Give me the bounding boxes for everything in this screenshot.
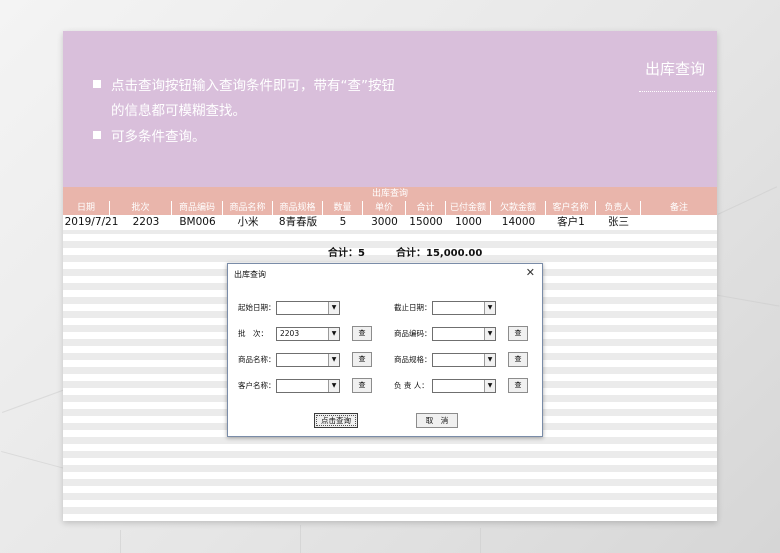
- table-row: 2019/7/21 2203 BM006 小米 8青春版 5 3000 1500…: [63, 215, 717, 230]
- info-banner: 点击查询按钮输入查询条件即可，带有“查”按钮 的信息都可模糊查找。 可多条件查询…: [63, 31, 717, 187]
- backdrop-line: [1, 388, 69, 413]
- batch-label: 批 次：: [238, 329, 268, 338]
- close-icon[interactable]: ✕: [526, 266, 535, 279]
- start-date-label: 起始日期：: [238, 303, 276, 312]
- table-header: 日期 批次 商品编码 商品名称 商品规格 数量 单价 合计 已付金额 欠款金额 …: [63, 201, 717, 215]
- product-code-select[interactable]: ▼: [432, 327, 496, 341]
- header-cell: 数量: [323, 201, 363, 215]
- customer-label: 客户名称：: [238, 381, 276, 390]
- header-cell: 日期: [63, 201, 110, 215]
- cell-date: 2019/7/21: [64, 216, 119, 228]
- owner-label: 负 责 人：: [394, 381, 429, 390]
- chevron-down-icon[interactable]: ▼: [484, 302, 495, 314]
- customer-search-button[interactable]: 查: [352, 378, 372, 393]
- cell-unit-price: 3000: [371, 216, 398, 228]
- header-cell: 备注: [669, 203, 688, 213]
- header-cell: 负责人: [596, 201, 641, 215]
- product-name-search-button[interactable]: 查: [352, 352, 372, 367]
- submit-query-button[interactable]: 点击查询: [314, 413, 358, 428]
- cell-customer: 客户1: [557, 216, 585, 228]
- chevron-down-icon[interactable]: ▼: [484, 380, 495, 392]
- product-code-search-button[interactable]: 查: [508, 326, 528, 341]
- backdrop-line: [717, 186, 778, 215]
- start-date-select[interactable]: ▼: [276, 301, 340, 315]
- product-spec-label: 商品规格：: [394, 355, 432, 364]
- cell-owed: 14000: [501, 216, 536, 228]
- header-cell: 批次: [110, 201, 172, 215]
- cell-product-code: BM006: [179, 216, 216, 228]
- header-cell: 商品编码: [172, 201, 223, 215]
- product-name-label: 商品名称：: [238, 355, 276, 364]
- batch-search-button[interactable]: 查: [352, 326, 372, 341]
- chevron-down-icon[interactable]: ▼: [484, 354, 495, 366]
- backdrop-line: [120, 530, 121, 553]
- chevron-down-icon[interactable]: ▼: [328, 302, 339, 314]
- product-spec-search-button[interactable]: 查: [508, 352, 528, 367]
- total-quantity: 合计：5: [328, 248, 365, 259]
- backdrop-line: [715, 294, 780, 307]
- table-title: 出库查询: [63, 187, 717, 201]
- owner-search-button[interactable]: 查: [508, 378, 528, 393]
- chevron-down-icon[interactable]: ▼: [328, 354, 339, 366]
- backdrop-line: [300, 525, 301, 553]
- tip-bullet-1: 点击查询按钮输入查询条件即可，带有“查”按钮: [93, 74, 395, 94]
- banner-title-underline: [639, 91, 715, 92]
- bullet-square-icon: [93, 80, 101, 88]
- banner-title: 出库查询: [644, 60, 705, 78]
- tip-text: 可多条件查询。: [111, 129, 206, 145]
- cell-batch: 2203: [132, 216, 160, 228]
- header-cell: 已付金额: [446, 201, 491, 215]
- total-amount: 合计：15,000.00: [396, 248, 483, 259]
- cell-note: [641, 215, 717, 230]
- owner-select[interactable]: ▼: [432, 379, 496, 393]
- batch-value: 2203: [280, 329, 300, 338]
- product-name-select[interactable]: ▼: [276, 353, 340, 367]
- cell-quantity: 5: [339, 216, 347, 228]
- product-code-label: 商品编码：: [394, 329, 432, 338]
- bullet-square-icon: [93, 131, 101, 139]
- header-cell: 商品规格: [273, 201, 323, 215]
- tip-text-continued: 的信息都可模糊查找。: [111, 103, 246, 119]
- header-cell: 客户名称: [546, 201, 596, 215]
- backdrop-line: [1, 450, 69, 471]
- header-cell: 单价: [363, 201, 406, 215]
- chevron-down-icon[interactable]: ▼: [484, 328, 495, 340]
- header-cell: 合计: [406, 201, 446, 215]
- header-cell: 商品名称: [223, 201, 273, 215]
- end-date-select[interactable]: ▼: [432, 301, 496, 315]
- product-spec-select[interactable]: ▼: [432, 353, 496, 367]
- customer-select[interactable]: ▼: [276, 379, 340, 393]
- cell-product-name: 小米: [237, 216, 259, 228]
- query-dialog: 出库查询 ✕ 起始日期： ▼ 截止日期： ▼ 批 次： 2203 ▼ 查 商品编…: [227, 263, 543, 437]
- batch-select[interactable]: 2203 ▼: [276, 327, 340, 341]
- chevron-down-icon[interactable]: ▼: [328, 328, 339, 340]
- end-date-label: 截止日期：: [394, 303, 432, 312]
- tip-bullet-2: 可多条件查询。: [93, 125, 206, 145]
- cell-product-spec: 8青春版: [278, 216, 318, 228]
- cell-paid: 1000: [455, 216, 482, 228]
- cancel-button[interactable]: 取 消: [416, 413, 458, 428]
- header-cell: 欠款金额: [491, 201, 546, 215]
- cell-owner: 张三: [608, 216, 629, 228]
- tip-text: 点击查询按钮输入查询条件即可，带有“查”按钮: [111, 78, 395, 94]
- dialog-title: 出库查询: [234, 270, 266, 279]
- chevron-down-icon[interactable]: ▼: [328, 380, 339, 392]
- backdrop-line: [480, 528, 481, 553]
- cell-total: 15000: [409, 216, 443, 228]
